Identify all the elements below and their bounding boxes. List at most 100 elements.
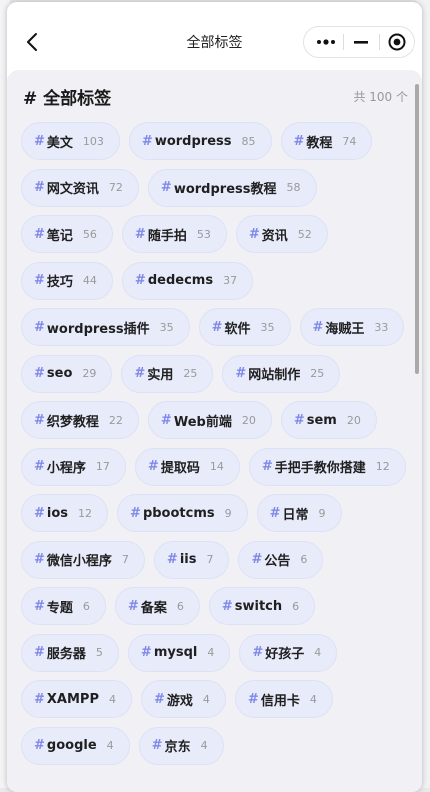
tag-pill[interactable]: # 技巧 44	[21, 261, 113, 300]
tag-count: 4	[108, 692, 116, 706]
tag-count: 9	[224, 506, 232, 520]
tag-count: 17	[95, 460, 110, 473]
tag-pill[interactable]: # Web前端 20	[147, 401, 272, 439]
section-title: # 全部标签	[23, 84, 111, 109]
hash-icon: #	[252, 645, 264, 660]
hash-icon: #	[34, 133, 45, 149]
tag-pill[interactable]: # wordpress插件 35	[21, 308, 190, 346]
hash-icon: #	[34, 226, 45, 242]
tag-pill[interactable]: # 提取码 14	[134, 447, 240, 486]
hash-icon: #	[34, 645, 45, 660]
tag-count: 4	[202, 692, 210, 706]
hash-icon: #	[34, 505, 45, 521]
hash-icon: #	[34, 598, 45, 614]
tag-name: 技巧	[46, 275, 73, 290]
tag-count: 52	[297, 227, 312, 241]
hash-icon: #	[130, 505, 141, 521]
tag-pill[interactable]: # 游戏 4	[140, 680, 226, 718]
tag-name: XAMPP	[46, 691, 99, 707]
hash-icon: #	[34, 273, 45, 288]
tag-pill[interactable]: # wordpress教程 58	[147, 168, 317, 207]
tag-count: 4	[309, 692, 317, 706]
tag-name: 随手拍	[147, 228, 187, 244]
tag-pill[interactable]: # 手把手教你搭建 12	[248, 447, 406, 486]
tag-name: iis	[179, 552, 197, 567]
tag-count: 103	[82, 134, 104, 148]
tag-pill[interactable]: # iis 7	[153, 540, 230, 579]
tag-pill[interactable]: # 小程序 17	[21, 447, 126, 486]
tag-pill[interactable]: # ios 12	[21, 494, 109, 532]
hash-icon: #	[23, 89, 38, 109]
tag-pill[interactable]: # 京东 4	[138, 726, 224, 765]
tag-name: wordpress	[154, 133, 232, 149]
tag-name: 软件	[224, 321, 251, 337]
tag-count: 6	[300, 553, 308, 566]
tag-name: 好孩子	[265, 647, 305, 662]
tag-pill[interactable]: # google 4	[21, 726, 130, 765]
tag-count: 33	[374, 320, 389, 334]
tag-name: 微信小程序	[46, 554, 112, 569]
tag-name: pbootcms	[142, 505, 215, 521]
tag-name: dedecms	[147, 273, 214, 288]
hash-icon: #	[160, 412, 172, 428]
tag-pill[interactable]: # 随手拍 53	[121, 215, 227, 253]
tag-pill[interactable]: # pbootcms 9	[117, 494, 248, 532]
hash-icon: #	[221, 598, 233, 614]
hash-icon: #	[134, 273, 146, 288]
tag-pill[interactable]: # 网站制作 25	[222, 354, 341, 393]
tag-count: 25	[310, 367, 325, 380]
tag-pill[interactable]: # 日常 9	[256, 494, 342, 532]
tag-pill[interactable]: # 海贼王 33	[299, 308, 405, 346]
hash-icon: #	[269, 505, 281, 521]
tag-pill[interactable]: # 网文资讯 72	[21, 168, 139, 207]
tag-count: 37	[223, 274, 238, 287]
tag-pill[interactable]: # dedecms 37	[121, 261, 254, 300]
tag-name: switch	[234, 598, 283, 614]
tag-name: 资讯	[261, 228, 288, 244]
tag-pill[interactable]: # 织梦教程 22	[21, 401, 139, 439]
tag-name: 专题	[46, 600, 73, 616]
more-button[interactable]	[306, 27, 346, 57]
panel-header: # 全部标签 共 100 个	[23, 84, 408, 109]
tag-name: 提取码	[160, 461, 200, 476]
tag-pill[interactable]: # 备案 6	[114, 587, 200, 625]
tag-pill[interactable]: # mysql 4	[127, 633, 231, 672]
tag-pill[interactable]: # 笔记 56	[21, 215, 113, 253]
tag-count: 5	[95, 646, 103, 659]
tag-pill[interactable]: # 实用 25	[121, 354, 214, 393]
close-button[interactable]	[380, 27, 414, 57]
tag-pill[interactable]: # 信用卡 4	[234, 680, 333, 718]
tag-name: 实用	[147, 368, 174, 383]
tag-pill[interactable]: # wordpress 85	[128, 122, 272, 160]
tag-pill[interactable]: # seo 29	[21, 354, 113, 393]
tag-pill[interactable]: # 美文 103	[21, 122, 120, 160]
tag-pill[interactable]: # 微信小程序 7	[21, 540, 145, 579]
tag-pill[interactable]: # 资讯 52	[235, 215, 328, 253]
tag-pill[interactable]: # sem 20	[280, 401, 377, 439]
tag-pill[interactable]: # 软件 35	[198, 308, 291, 346]
more-dots-icon	[317, 39, 335, 45]
section-title-text: 全部标签	[43, 89, 112, 109]
tag-name: 网文资讯	[46, 182, 99, 197]
tag-count: 4	[106, 739, 114, 752]
tag-name: ios	[46, 505, 69, 521]
minimize-button[interactable]	[344, 27, 384, 57]
tag-count: 12	[375, 460, 390, 473]
scrollbar[interactable]	[415, 84, 419, 374]
hash-icon: #	[251, 552, 263, 567]
tag-pill[interactable]: # switch 6	[208, 587, 316, 625]
tag-name: 京东	[164, 740, 191, 755]
tag-name: 日常	[282, 507, 309, 523]
tag-pill[interactable]: # 服务器 5	[21, 633, 119, 672]
tag-name: 网站制作	[248, 368, 301, 383]
tag-name: wordpress教程	[173, 182, 277, 197]
tag-pill[interactable]: # XAMPP 4	[21, 680, 132, 718]
tag-pill[interactable]: # 好孩子 4	[239, 633, 338, 672]
hash-icon: #	[160, 180, 172, 195]
tag-pill[interactable]: # 专题 6	[21, 587, 106, 625]
hash-icon: #	[134, 366, 146, 381]
tag-pill[interactable]: # 教程 74	[280, 122, 373, 160]
capsule-menu	[303, 26, 415, 58]
hash-icon: #	[34, 552, 45, 567]
tag-pill[interactable]: # 公告 6	[238, 540, 324, 579]
